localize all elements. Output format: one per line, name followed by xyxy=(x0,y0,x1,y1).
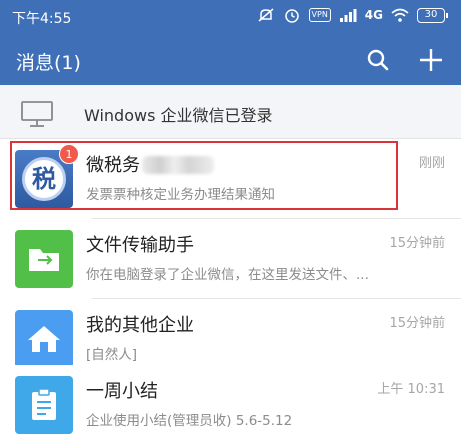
monitor-icon xyxy=(21,101,53,127)
vpn-icon: VPN xyxy=(308,8,331,22)
network-type: 4G xyxy=(364,8,383,22)
blurred-name xyxy=(142,156,214,174)
conversation-item-weekly-summary[interactable]: 一周小结 企业使用小结(管理员收) 5.6-5.12 上午 10:31 xyxy=(0,365,461,436)
windows-login-banner[interactable]: Windows 企业微信已登录 xyxy=(0,85,461,139)
conversation-preview: 发票票种核定业务办理结果通知 xyxy=(86,187,275,203)
unread-badge: 1 xyxy=(59,144,79,164)
conversation-title: 微税务 xyxy=(86,151,214,177)
conversation-title: 文件传输助手 xyxy=(86,235,194,256)
login-status-text: Windows 企业微信已登录 xyxy=(84,106,273,125)
folder-icon xyxy=(29,249,59,271)
avatar xyxy=(15,310,73,368)
clipboard-icon xyxy=(32,388,56,420)
conversation-time: 15分钟前 xyxy=(389,316,445,331)
conversation-time: 15分钟前 xyxy=(389,236,445,251)
search-icon[interactable] xyxy=(365,47,391,73)
conversation-item-tax[interactable]: 税 1 微税务 发票票种核定业务办理结果通知 刚刚 xyxy=(0,139,461,219)
wifi-icon xyxy=(391,8,409,22)
conversation-item-file-transfer[interactable]: 文件传输助手 你在电脑登录了企业微信，在这里发送文件、... 15分钟前 xyxy=(0,219,461,299)
status-icons: VPN 4G 30 xyxy=(257,7,448,23)
conversation-preview: 你在电脑登录了企业微信，在这里发送文件、... xyxy=(86,267,369,283)
alarm-icon xyxy=(284,9,299,23)
signal-icon xyxy=(339,9,357,22)
status-bar: 下午4:55 VPN 4G 30 xyxy=(0,0,461,35)
header: 消息(1) xyxy=(0,35,461,85)
conversation-title: 我的其他企业 xyxy=(86,315,194,336)
conversation-preview: [自然人] xyxy=(86,347,138,363)
conversation-time: 上午 10:31 xyxy=(377,382,445,397)
tax-icon: 税 xyxy=(22,157,66,201)
battery-icon: 30 xyxy=(417,7,448,23)
mute-icon xyxy=(258,8,274,22)
status-time: 下午4:55 xyxy=(12,11,72,27)
conversation-title: 一周小结 xyxy=(86,381,158,402)
conversation-preview: 企业使用小结(管理员收) 5.6-5.12 xyxy=(86,413,293,429)
conversation-time: 刚刚 xyxy=(418,156,445,171)
avatar xyxy=(15,376,73,434)
page-title: 消息(1) xyxy=(16,52,81,74)
avatar xyxy=(15,230,73,288)
add-icon[interactable] xyxy=(417,46,445,74)
conversation-title-text: 微税务 xyxy=(86,155,140,176)
house-icon xyxy=(28,326,60,352)
